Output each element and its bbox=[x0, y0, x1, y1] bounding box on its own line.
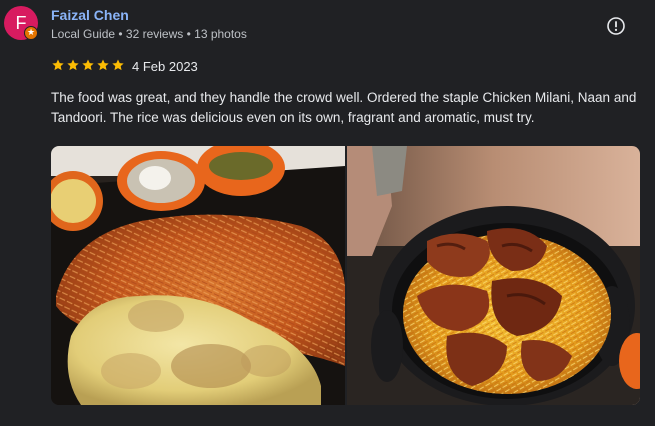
review-date: 4 Feb 2023 bbox=[132, 59, 198, 74]
star-icon bbox=[96, 58, 110, 74]
star-icon bbox=[81, 58, 95, 74]
review-photo-chicken-milani[interactable] bbox=[51, 146, 345, 405]
review-text: The food was great, and they handle the … bbox=[51, 90, 637, 125]
local-guide-badge-icon: ★ bbox=[24, 26, 38, 40]
review-photo-tandoori-rice[interactable] bbox=[347, 146, 640, 405]
exclamation-circle-icon bbox=[607, 17, 625, 35]
review-card: F ★ Faizal Chen Local Guide • 32 reviews… bbox=[0, 0, 655, 426]
reviewer-meta: Local Guide • 32 reviews • 13 photos bbox=[51, 27, 247, 41]
star-icon bbox=[111, 58, 125, 74]
reviewer-name[interactable]: Faizal Chen bbox=[51, 7, 129, 23]
star-rating bbox=[51, 58, 125, 74]
star-icon bbox=[51, 58, 65, 74]
star-icon bbox=[66, 58, 80, 74]
report-review-button[interactable] bbox=[605, 15, 627, 37]
